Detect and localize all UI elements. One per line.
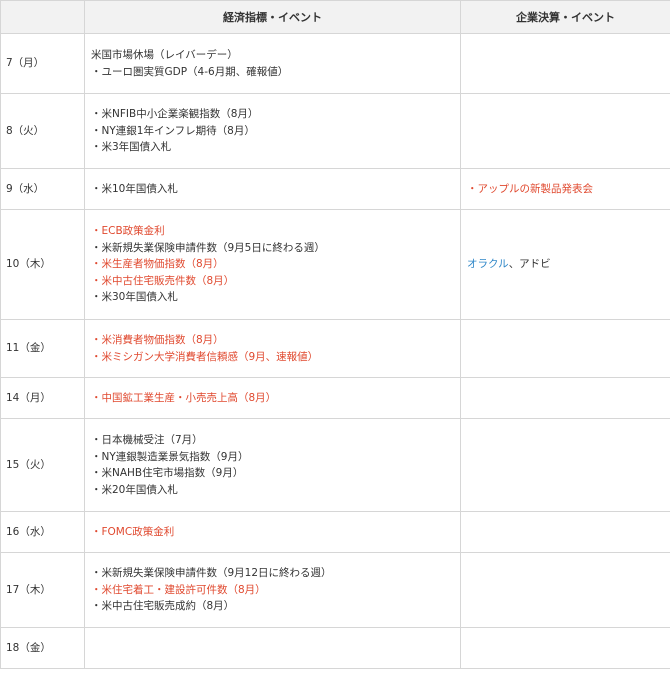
economic-event: ・米NAHB住宅市場指数（9月） <box>91 467 244 479</box>
corporate-event: ・アップルの新製品発表会 <box>467 182 593 195</box>
economic-event: ・ECB政策金利 <box>91 225 165 238</box>
economic-events-cell: ・米新規失業保険申請件数（9月12日に終わる週） ・米住宅着工・建設許可件数（8月… <box>84 552 461 628</box>
corporate-events-cell <box>460 552 670 628</box>
economic-event: ・米3年国債入札 <box>91 141 172 154</box>
corporate-events-cell <box>460 627 670 669</box>
economic-event: ・ユーロ圏実質GDP（4-6月期、確報値） <box>91 65 289 78</box>
economic-event: ・米ミシガン大学消費者信頼感（9月、速報値） <box>91 350 319 363</box>
economic-events-cell: 米国市場休場（レイバーデー） ・ユーロ圏実質GDP（4-6月期、確報値） <box>84 33 461 94</box>
table-row: 15（火） ・日本機械受注（7月） ・NY連銀製造業景気指数（9月） ・米NAHB住宅… <box>0 418 670 512</box>
economic-event: ・米中古住宅販売成約（8月） <box>91 600 235 613</box>
corporate-events-cell: オラクル、アドビ <box>460 209 670 320</box>
economic-event: ・米30年国債入札 <box>91 291 178 304</box>
date-cell: 9（水） <box>0 168 85 210</box>
header-row: 経済指標・イベント 企業決算・イベント <box>0 0 670 34</box>
economic-event: ・米20年国債入札 <box>91 483 178 496</box>
table-row: 17（木） ・米新規失業保険申請件数（9月12日に終わる週） ・米住宅着工・建設許可… <box>0 552 670 628</box>
corporate-event-line: ・アップルの新製品発表会 <box>467 181 664 198</box>
date-cell: 17（木） <box>0 552 85 628</box>
corporate-event-line: オラクル、アドビ <box>467 256 664 273</box>
economic-event: ・米生産者物価指数（8月） <box>91 258 224 271</box>
corporate-events-cell <box>460 377 670 419</box>
corporate-events-cell <box>460 319 670 378</box>
corporate-events-cell: ・アップルの新製品発表会 <box>460 168 670 210</box>
economic-event: ・NY連銀1年インフレ期待（8月） <box>91 124 255 137</box>
economic-event: ・米新規失業保険申請件数（9月5日に終わる週） <box>91 241 325 254</box>
economic-event: ・NY連銀製造業景気指数（9月） <box>91 450 249 463</box>
date-cell: 11（金） <box>0 319 85 378</box>
date-cell: 10（木） <box>0 209 85 320</box>
economic-event: ・米消費者物価指数（8月） <box>91 334 224 346</box>
economic-events-cell: ・米消費者物価指数（8月） ・米ミシガン大学消費者信頼感（9月、速報値） <box>84 319 461 378</box>
economic-events-cell: ・米10年国債入札 <box>84 168 461 210</box>
date-cell: 18（金） <box>0 627 85 669</box>
economic-event: ・米NFIB中小企業楽観指数（8月） <box>91 108 259 121</box>
table-row: 18（金） <box>0 627 670 669</box>
economic-event: ・FOMC政策金利 <box>91 525 175 538</box>
table-row: 9（水） ・米10年国債入札 ・アップルの新製品発表会 <box>0 168 670 210</box>
header-economic-indicators: 経済指標・イベント <box>84 0 461 34</box>
date-cell: 7（月） <box>0 33 85 94</box>
header-date <box>0 0 85 34</box>
corporate-events-cell <box>460 93 670 169</box>
economic-event: 米国市場休場（レイバーデー） <box>91 49 238 61</box>
economic-events-cell: ・ECB政策金利・米新規失業保険申請件数（9月5日に終わる週） ・米生産者物価指数… <box>84 209 461 320</box>
date-cell: 16（水） <box>0 511 85 553</box>
table-row: 10（木） ・ECB政策金利・米新規失業保険申請件数（9月5日に終わる週） ・米生産… <box>0 209 670 320</box>
date-cell: 15（火） <box>0 418 85 512</box>
header-corporate-events: 企業決算・イベント <box>460 0 670 34</box>
economic-events-cell: ・中国鉱工業生産・小売売上高（8月） <box>84 377 461 419</box>
economic-events-cell: ・FOMC政策金利 <box>84 511 461 553</box>
table-row: 7（月） 米国市場休場（レイバーデー） ・ユーロ圏実質GDP（4-6月期、確報値） <box>0 33 670 94</box>
date-cell: 8（火） <box>0 93 85 169</box>
economic-event: ・米新規失業保険申請件数（9月12日に終わる週） <box>91 567 332 580</box>
economic-event: ・中国鉱工業生産・小売売上高（8月） <box>91 391 277 404</box>
economic-events-cell: ・日本機械受注（7月） ・NY連銀製造業景気指数（9月） ・米NAHB住宅市場指数（… <box>84 418 461 512</box>
schedule-table: 経済指標・イベント 企業決算・イベント 7（月） 米国市場休場（レイバーデー） ・ユ… <box>0 0 670 669</box>
table-row: 14（月） ・中国鉱工業生産・小売売上高（8月） <box>0 377 670 419</box>
date-cell: 14（月） <box>0 377 85 419</box>
economic-events-cell: ・米NFIB中小企業楽観指数（8月） ・NY連銀1年インフレ期待（8月） ・米3年国… <box>84 93 461 169</box>
corporate-events-cell <box>460 418 670 512</box>
economic-event: ・日本機械受注（7月） <box>91 434 203 446</box>
economic-event: ・米中古住宅販売件数（8月） <box>91 274 235 287</box>
economic-event: ・米住宅着工・建設許可件数（8月） <box>91 583 266 596</box>
table-row: 11（金） ・米消費者物価指数（8月） ・米ミシガン大学消費者信頼感（9月、速報値） <box>0 319 670 378</box>
corporate-events-cell <box>460 33 670 94</box>
table-row: 16（水） ・FOMC政策金利 <box>0 511 670 553</box>
economic-event: ・米10年国債入札 <box>91 182 178 195</box>
economic-events-cell <box>84 627 461 669</box>
corporate-events-cell <box>460 511 670 553</box>
table-row: 8（火） ・米NFIB中小企業楽観指数（8月） ・NY連銀1年インフレ期待（8月）・… <box>0 93 670 169</box>
corporate-event: 、アドビ <box>508 258 551 271</box>
company-link[interactable]: オラクル <box>467 258 509 270</box>
